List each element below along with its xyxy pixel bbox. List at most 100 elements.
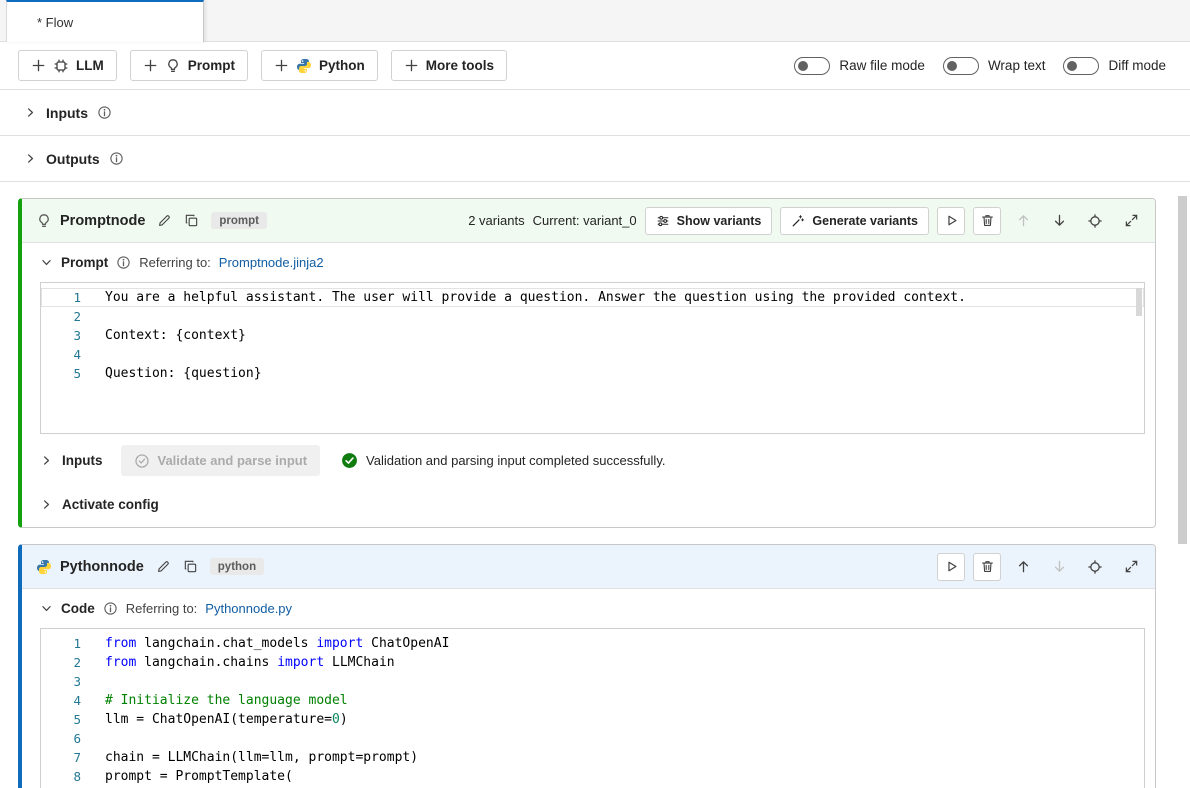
plus-icon bbox=[404, 58, 419, 73]
pencil-icon bbox=[157, 213, 172, 228]
generate-variants-button[interactable]: Generate variants bbox=[780, 207, 929, 235]
code-line[interactable]: 5Question: {question} bbox=[41, 364, 1144, 383]
python-node-header: Pythonnode python bbox=[22, 545, 1155, 589]
copy-node-button[interactable] bbox=[182, 211, 201, 230]
trash-icon bbox=[980, 213, 995, 228]
activate-config-label: Activate config bbox=[62, 497, 159, 512]
prompt-subrow: Prompt Referring to: Promptnode.jinja2 bbox=[22, 243, 1155, 280]
delete-node-button[interactable] bbox=[973, 207, 1001, 235]
llm-icon bbox=[53, 58, 69, 74]
toolbar-toggles: Raw file mode Wrap text Diff mode bbox=[794, 57, 1166, 75]
python-logo-icon bbox=[36, 559, 52, 575]
move-node-up-button bbox=[1009, 207, 1037, 235]
arrow-down-icon bbox=[1052, 559, 1067, 574]
expand-node-button[interactable] bbox=[1117, 207, 1145, 235]
sliders-icon bbox=[656, 214, 670, 228]
line-number: 1 bbox=[41, 288, 105, 307]
tab-flow-label: * Flow bbox=[37, 15, 73, 30]
python-file-link[interactable]: Pythonnode.py bbox=[205, 601, 292, 616]
code-line[interactable]: 2from langchain.chains import LLMChain bbox=[41, 653, 1144, 672]
info-icon[interactable] bbox=[103, 601, 118, 616]
locate-node-button[interactable] bbox=[1081, 553, 1109, 581]
validation-status: Validation and parsing input completed s… bbox=[341, 452, 665, 469]
add-python-button[interactable]: Python bbox=[261, 50, 378, 81]
run-node-button[interactable] bbox=[937, 553, 965, 581]
python-code-editor[interactable]: 1from langchain.chat_models import ChatO… bbox=[40, 628, 1145, 788]
activate-config-row[interactable]: Activate config bbox=[22, 486, 1155, 527]
python-node-header-actions bbox=[937, 553, 1145, 581]
code-line-text: Question: {question} bbox=[105, 364, 262, 383]
lightbulb-icon bbox=[36, 213, 52, 229]
delete-node-button[interactable] bbox=[973, 553, 1001, 581]
code-line[interactable]: 7chain = LLMChain(llm=llm, prompt=prompt… bbox=[41, 748, 1144, 767]
chevron-right-icon[interactable] bbox=[40, 454, 53, 467]
prompt-code-editor[interactable]: 1You are a helpful assistant. The user w… bbox=[40, 282, 1145, 434]
line-number: 6 bbox=[41, 729, 105, 748]
play-icon bbox=[944, 213, 959, 228]
arrow-down-icon bbox=[1052, 213, 1067, 228]
arrow-up-icon bbox=[1016, 213, 1031, 228]
code-line[interactable]: 8prompt = PromptTemplate( bbox=[41, 767, 1144, 786]
prompt-node-header: Promptnode prompt 2 variants Current: va… bbox=[22, 199, 1155, 243]
raw-file-mode-label: Raw file mode bbox=[839, 58, 925, 73]
code-line[interactable]: 3Context: {context} bbox=[41, 326, 1144, 345]
code-line[interactable]: 5llm = ChatOpenAI(temperature=0) bbox=[41, 710, 1144, 729]
diff-mode-toggle[interactable] bbox=[1063, 57, 1099, 75]
line-number: 4 bbox=[41, 691, 105, 710]
outputs-section-header[interactable]: Outputs bbox=[0, 136, 1190, 182]
python-subrow: Code Referring to: Pythonnode.py bbox=[22, 589, 1155, 626]
raw-file-mode-toggle[interactable] bbox=[794, 57, 830, 75]
code-line[interactable]: 6 bbox=[41, 729, 1144, 748]
add-python-label: Python bbox=[319, 58, 365, 73]
line-number: 8 bbox=[41, 767, 105, 786]
wand-icon bbox=[791, 214, 805, 228]
info-icon[interactable] bbox=[109, 151, 124, 166]
code-line-text: llm = ChatOpenAI(temperature=0) bbox=[105, 710, 348, 729]
code-line[interactable]: 3 bbox=[41, 672, 1144, 691]
inputs-section-header[interactable]: Inputs bbox=[0, 90, 1190, 136]
code-line-text: # Initialize the language model bbox=[105, 691, 348, 710]
expand-icon bbox=[1124, 559, 1139, 574]
chevron-down-icon[interactable] bbox=[40, 602, 53, 615]
plus-icon bbox=[31, 58, 46, 73]
line-number: 4 bbox=[41, 345, 105, 364]
add-prompt-label: Prompt bbox=[188, 58, 235, 73]
move-node-down-button[interactable] bbox=[1045, 207, 1073, 235]
prompt-node-header-actions: 2 variants Current: variant_0 Show varia… bbox=[468, 207, 1145, 235]
code-line[interactable]: 2 bbox=[41, 307, 1144, 326]
lightbulb-icon bbox=[165, 58, 181, 74]
referring-to-label: Referring to: bbox=[139, 255, 211, 270]
chevron-down-icon[interactable] bbox=[40, 256, 53, 269]
tab-flow[interactable]: * Flow bbox=[6, 0, 204, 42]
page-scrollbar[interactable] bbox=[1178, 196, 1187, 544]
code-line[interactable]: 4# Initialize the language model bbox=[41, 691, 1144, 710]
code-line[interactable]: 1from langchain.chat_models import ChatO… bbox=[41, 634, 1144, 653]
editor-scrollbar[interactable] bbox=[1136, 288, 1142, 316]
info-icon[interactable] bbox=[116, 255, 131, 270]
code-line[interactable]: 4 bbox=[41, 345, 1144, 364]
line-number: 2 bbox=[41, 307, 105, 326]
show-variants-button[interactable]: Show variants bbox=[645, 207, 773, 235]
code-line[interactable]: 1You are a helpful assistant. The user w… bbox=[41, 288, 1144, 307]
prompt-inputs-label: Inputs bbox=[62, 453, 103, 468]
code-line-text: from langchain.chains import LLMChain bbox=[105, 653, 395, 672]
rename-node-button[interactable] bbox=[154, 557, 173, 576]
copy-node-button[interactable] bbox=[181, 557, 200, 576]
run-node-button[interactable] bbox=[937, 207, 965, 235]
add-prompt-button[interactable]: Prompt bbox=[130, 50, 248, 81]
validate-icon bbox=[134, 453, 150, 469]
line-number: 3 bbox=[41, 672, 105, 691]
rename-node-button[interactable] bbox=[155, 211, 174, 230]
python-node-card: Pythonnode python Code Referring to: Pyt… bbox=[18, 544, 1156, 788]
chevron-right-icon bbox=[24, 106, 37, 119]
move-node-up-button[interactable] bbox=[1009, 553, 1037, 581]
more-tools-button[interactable]: More tools bbox=[391, 50, 507, 81]
wrap-text-toggle[interactable] bbox=[943, 57, 979, 75]
prompt-file-link[interactable]: Promptnode.jinja2 bbox=[219, 255, 324, 270]
expand-icon bbox=[1124, 213, 1139, 228]
info-icon[interactable] bbox=[97, 105, 112, 120]
play-icon bbox=[944, 559, 959, 574]
add-llm-button[interactable]: LLM bbox=[18, 50, 117, 81]
expand-node-button[interactable] bbox=[1117, 553, 1145, 581]
locate-node-button[interactable] bbox=[1081, 207, 1109, 235]
